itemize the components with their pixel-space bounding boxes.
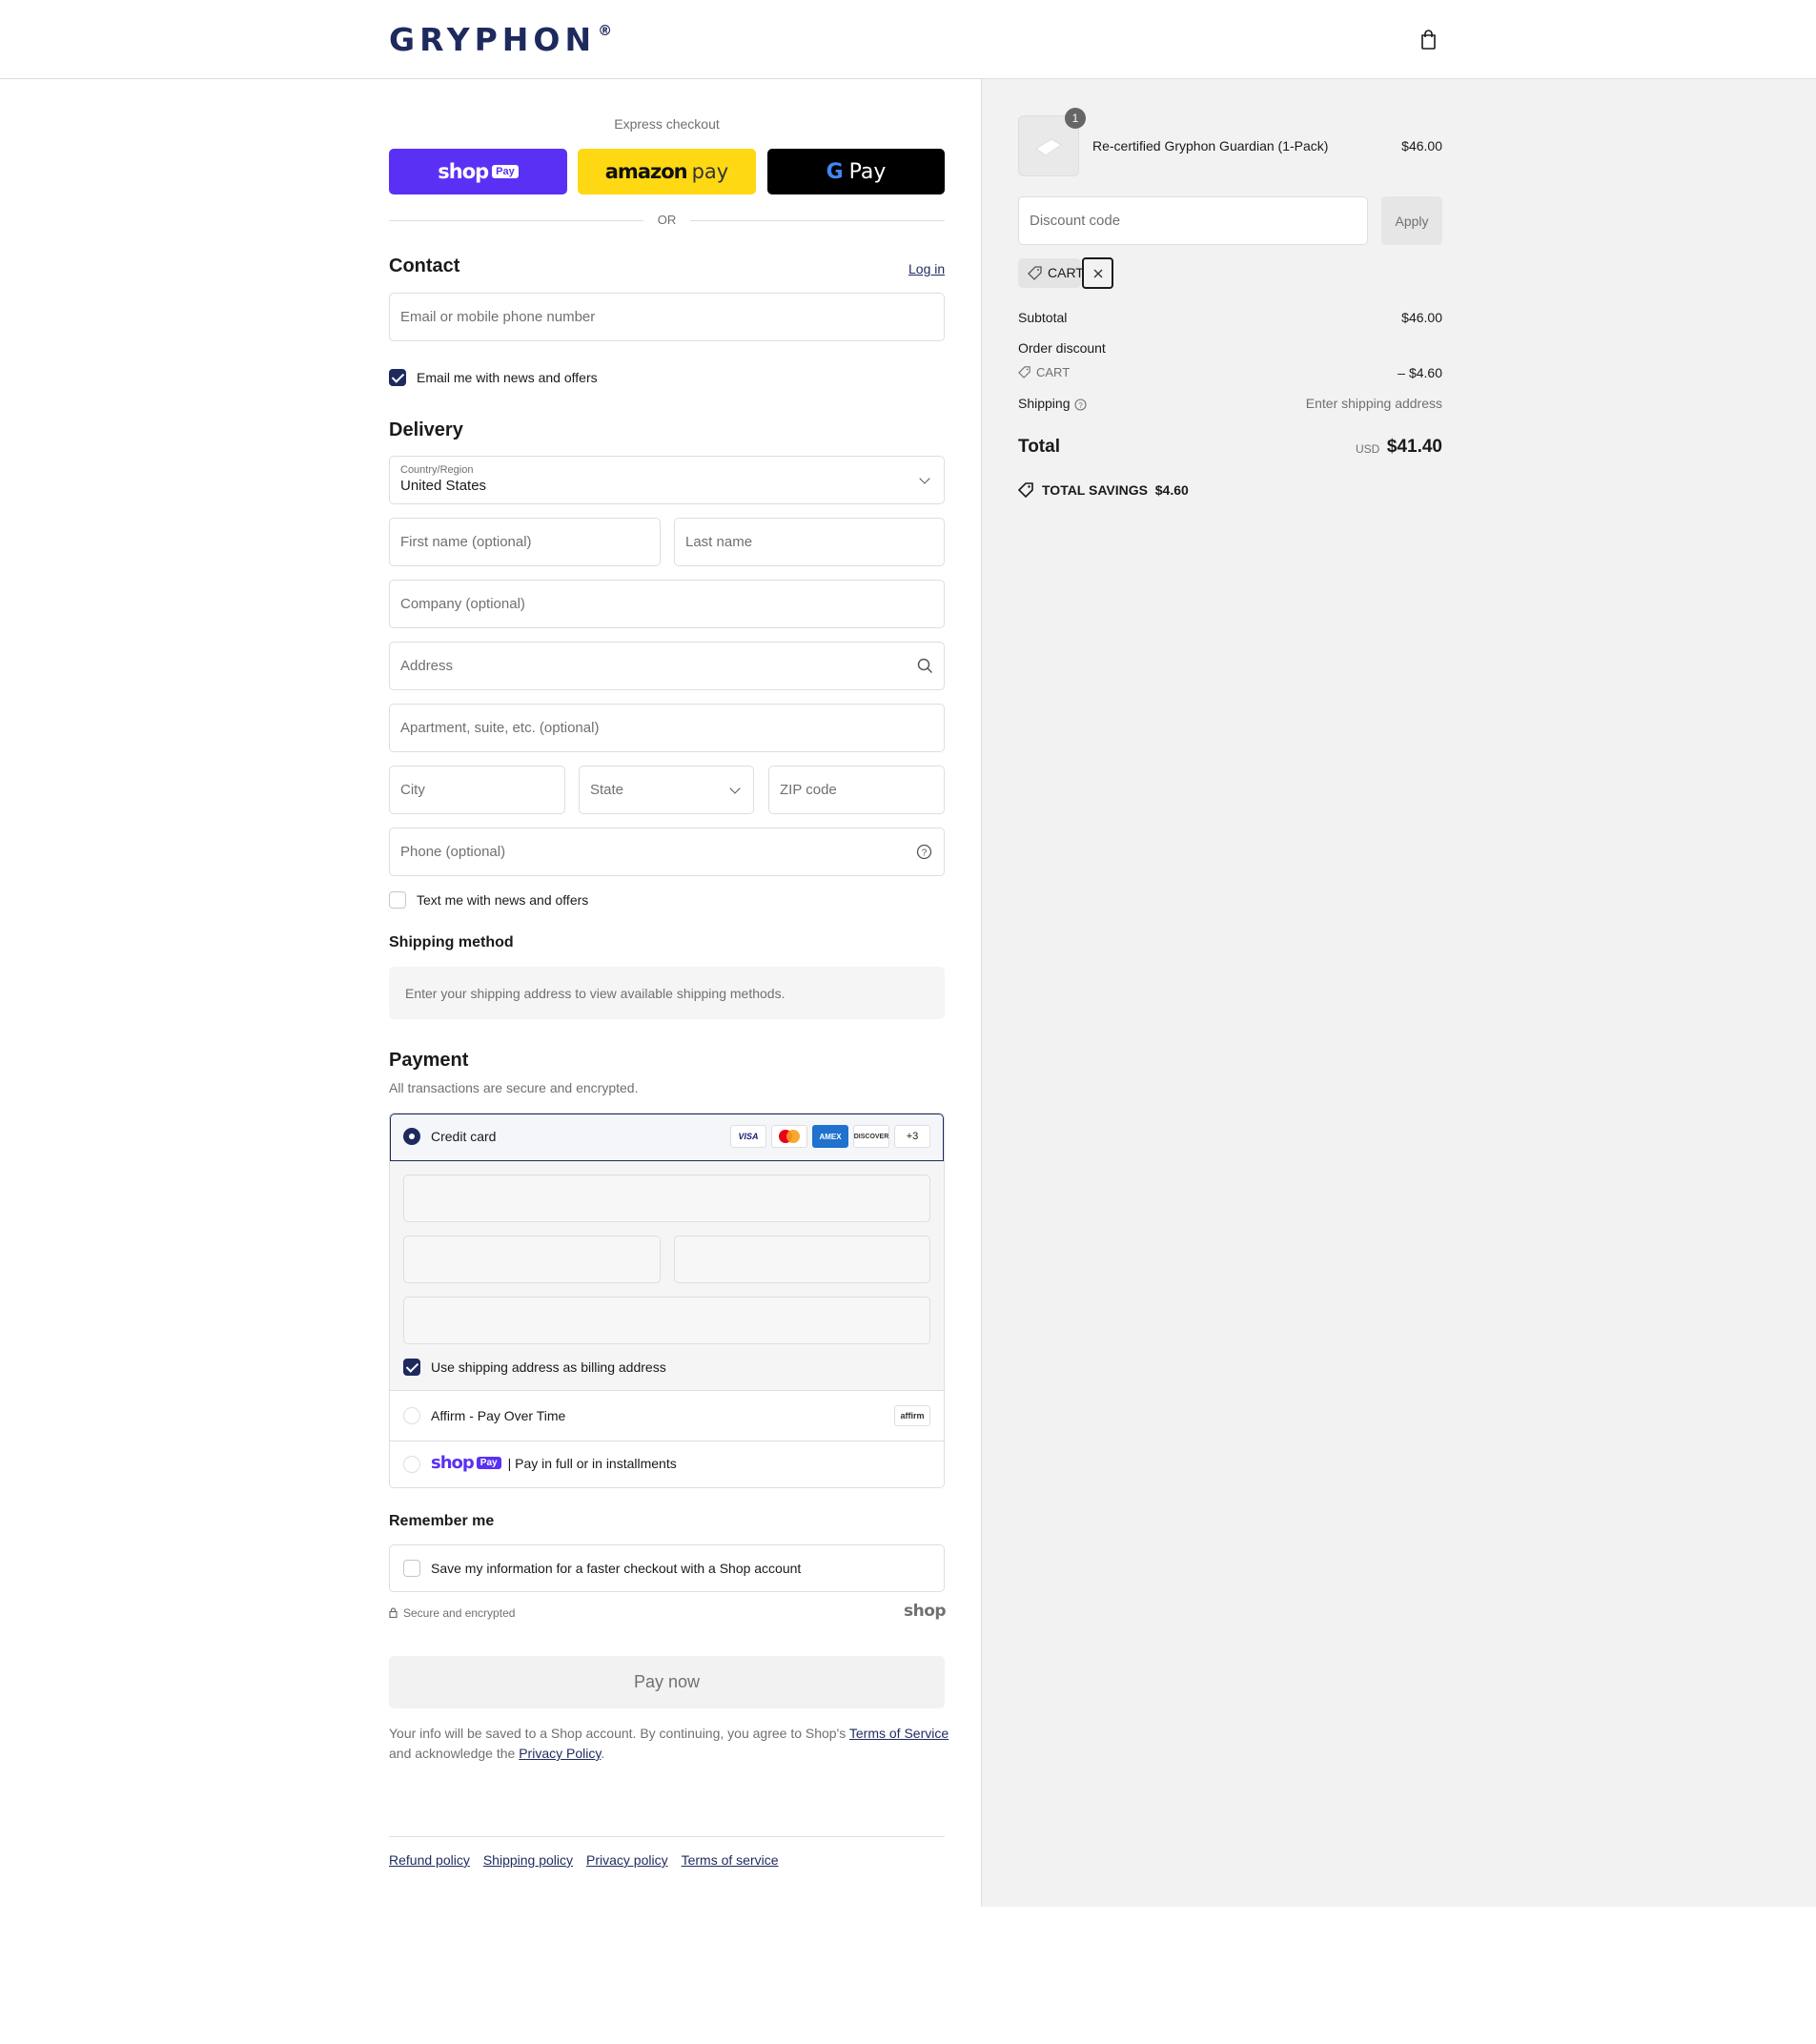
or-label: OR (657, 213, 677, 227)
help-icon[interactable]: ? (1074, 399, 1087, 411)
country-value: United States (400, 478, 487, 494)
card-cvv-field[interactable] (674, 1236, 930, 1283)
discount-value: – $4.60 (1398, 365, 1442, 380)
amex-icon: AMEX (812, 1125, 848, 1148)
divider (389, 1836, 945, 1837)
login-link[interactable]: Log in (908, 261, 945, 276)
svg-text:?: ? (1078, 401, 1083, 410)
city-field[interactable]: City (389, 766, 565, 814)
amazon-pay-button[interactable]: amazon pay (578, 149, 756, 194)
shop-wordmark: shop (904, 1602, 947, 1621)
last-name-field[interactable]: Last name (674, 518, 945, 566)
shop-pay-button[interactable]: shop Pay (389, 149, 567, 194)
shipping-method-notice: Enter your shipping address to view avai… (389, 967, 945, 1019)
email-field[interactable]: Email or mobile phone number (389, 293, 945, 341)
total-label: Total (1018, 437, 1060, 457)
credit-card-radio[interactable] (403, 1128, 420, 1145)
billing-same-checkbox[interactable] (403, 1359, 420, 1376)
pay-now-button[interactable]: Pay now (389, 1656, 945, 1708)
shop-pay-option[interactable]: shop Pay | Pay in full or in installment… (431, 1453, 677, 1473)
total-savings: TOTAL SAVINGS $4.60 (1042, 482, 1189, 498)
card-name-field[interactable] (403, 1297, 930, 1344)
express-checkout-title: Express checkout (614, 116, 720, 132)
subtotal-value: $46.00 (1401, 310, 1442, 325)
more-cards-badge: +3 (894, 1125, 930, 1148)
shop-pay-radio[interactable] (403, 1456, 420, 1473)
footer-links: Refund policy Shipping policy Privacy po… (389, 1852, 779, 1868)
state-select[interactable]: State (579, 766, 754, 814)
affirm-radio[interactable] (403, 1407, 420, 1424)
billing-same-label: Use shipping address as billing address (431, 1359, 666, 1375)
help-icon[interactable]: ? (916, 844, 932, 860)
refund-policy-link[interactable]: Refund policy (389, 1852, 470, 1868)
applied-code-label: CART (1048, 265, 1084, 280)
bag-icon[interactable] (1420, 30, 1437, 50)
affirm-label: Affirm - Pay Over Time (431, 1408, 566, 1423)
shipping-label: Shipping (1018, 396, 1071, 411)
visa-icon: VISA (730, 1125, 766, 1148)
shipping-value: Enter shipping address (1305, 396, 1442, 411)
privacy-link[interactable]: Privacy Policy (519, 1746, 601, 1761)
remove-code-button[interactable] (1082, 257, 1113, 289)
quantity-badge: 1 (1065, 108, 1086, 129)
apartment-field[interactable]: Apartment, suite, etc. (optional) (389, 704, 945, 752)
first-name-field[interactable]: First name (optional) (389, 518, 661, 566)
privacy-policy-link[interactable]: Privacy policy (586, 1852, 668, 1868)
email-news-checkbox[interactable] (389, 369, 406, 386)
header: GRYPHON ® (0, 0, 1816, 79)
terms-link[interactable]: Terms of Service (849, 1726, 949, 1741)
terms-of-service-link[interactable]: Terms of service (682, 1852, 779, 1868)
contact-title: Contact (389, 256, 460, 276)
text-offers-checkbox[interactable] (389, 891, 406, 909)
tag-icon (1018, 366, 1030, 378)
svg-text:?: ? (922, 848, 928, 859)
divider (690, 220, 945, 221)
apply-button[interactable]: Apply (1381, 196, 1442, 245)
discount-code-label: CART (1036, 365, 1071, 379)
company-field[interactable]: Company (optional) (389, 580, 945, 628)
payment-title: Payment (389, 1050, 469, 1071)
discount-code-field[interactable]: Discount code (1018, 196, 1368, 245)
tag-icon (1028, 266, 1042, 280)
close-icon (1093, 269, 1102, 277)
delivery-title: Delivery (389, 419, 463, 440)
zip-field[interactable]: ZIP code (768, 766, 945, 814)
affirm-icon: affirm (894, 1405, 930, 1426)
secure-label: Secure and encrypted (403, 1606, 516, 1620)
lock-icon (389, 1607, 398, 1618)
order-discount-label: Order discount (1018, 340, 1106, 356)
payment-subtitle: All transactions are secure and encrypte… (389, 1080, 639, 1095)
shipping-method-title: Shipping method (389, 934, 514, 950)
product-name: Re-certified Gryphon Guardian (1-Pack) (1092, 138, 1329, 153)
remember-title: Remember me (389, 1513, 495, 1529)
country-label: Country/Region (400, 464, 474, 476)
product-price: $46.00 (1401, 138, 1442, 153)
text-offers-label: Text me with news and offers (417, 892, 589, 908)
phone-field[interactable]: Phone (optional) (389, 828, 945, 876)
address-field[interactable]: Address (389, 642, 945, 690)
brand-logo[interactable]: GRYPHON ® (389, 21, 612, 58)
card-number-field[interactable] (403, 1175, 930, 1222)
subtotal-label: Subtotal (1018, 310, 1068, 325)
card-expiry-field[interactable] (403, 1236, 661, 1283)
divider (389, 220, 643, 221)
save-info-checkbox[interactable] (403, 1560, 420, 1577)
google-pay-button[interactable]: G Pay (767, 149, 945, 194)
savings-tag-icon (1018, 482, 1033, 498)
shipping-policy-link[interactable]: Shipping policy (483, 1852, 573, 1868)
country-select[interactable]: Country/Region United States (389, 456, 945, 504)
total-value: $41.40 (1386, 437, 1442, 457)
save-info-label: Save my information for a faster checkou… (431, 1561, 802, 1576)
legal-text: Your info will be saved to a Shop accoun… (389, 1726, 949, 1761)
credit-card-label: Credit card (431, 1129, 497, 1144)
search-icon (917, 658, 933, 674)
order-summary-panel (981, 79, 1816, 1907)
mastercard-icon (771, 1125, 807, 1148)
email-news-label: Email me with news and offers (417, 370, 598, 385)
discover-icon: DISCOVER (853, 1125, 889, 1148)
